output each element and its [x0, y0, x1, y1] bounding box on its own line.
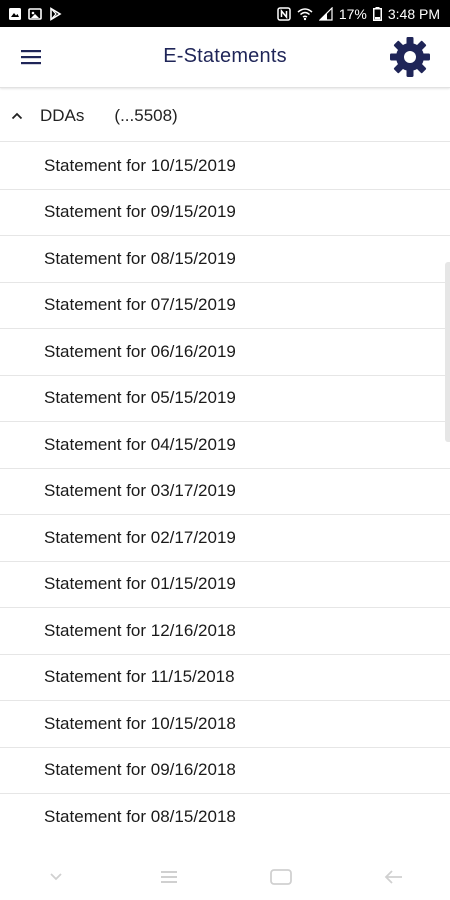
status-right-icons: 17% 3:48 PM — [277, 6, 440, 22]
gear-icon — [390, 37, 430, 77]
statement-item[interactable]: Statement for 05/15/2019 — [0, 376, 450, 422]
statement-item[interactable]: Statement for 08/15/2019 — [0, 236, 450, 283]
statement-item[interactable]: Statement for 12/16/2018 — [0, 608, 450, 655]
system-nav-bar — [0, 854, 450, 900]
statement-label: Statement for 11/15/2018 — [44, 667, 235, 687]
nfc-icon — [277, 6, 291, 21]
status-time: 3:48 PM — [387, 5, 440, 22]
status-left-icons — [8, 6, 62, 21]
signal-icon — [318, 6, 333, 21]
statement-item[interactable]: Statement for 11/15/2018 — [0, 655, 450, 701]
battery-percent: 17% — [338, 5, 367, 22]
back-icon[interactable] — [379, 867, 409, 887]
statement-item[interactable]: Statement for 09/15/2019 — [0, 190, 450, 236]
statement-label: Statement for 05/15/2019 — [44, 388, 236, 408]
settings-button[interactable] — [388, 35, 432, 79]
statement-label: Statement for 10/15/2019 — [44, 155, 236, 175]
statement-label: Statement for 10/15/2018 — [44, 713, 236, 733]
statement-item[interactable]: Statement for 01/15/2019 — [0, 562, 450, 608]
statement-item[interactable]: Statement for 04/15/2019 — [0, 422, 450, 469]
wifi-icon — [297, 7, 313, 21]
image-icon — [28, 7, 42, 21]
home-icon[interactable] — [266, 867, 296, 887]
chevron-up-icon — [10, 109, 24, 123]
recent-apps-icon[interactable] — [154, 867, 184, 887]
statement-item[interactable]: Statement for 10/15/2019 — [0, 143, 450, 190]
statement-label: Statement for 08/15/2018 — [44, 807, 236, 827]
account-number: (...5508) — [114, 105, 178, 125]
statement-label: Statement for 09/15/2019 — [44, 202, 236, 222]
statement-label: Statement for 01/15/2019 — [44, 574, 236, 594]
statement-label: Statement for 06/16/2019 — [44, 341, 236, 361]
statement-item[interactable]: Statement for 06/16/2019 — [0, 329, 450, 376]
statement-label: Statement for 02/17/2019 — [44, 527, 236, 547]
statement-label: Statement for 04/15/2019 — [44, 434, 236, 454]
statement-item[interactable]: Statement for 08/15/2018 — [0, 794, 450, 841]
statement-label: Statement for 03/17/2019 — [44, 481, 236, 501]
statement-label: Statement for 09/16/2018 — [44, 760, 236, 780]
page-title: E-Statements — [163, 45, 287, 67]
section-label: DDAs — [40, 105, 85, 125]
statement-list: Statement for 10/15/2019 Statement for 0… — [0, 143, 450, 841]
ddas-section-header[interactable]: DDAs (...5508) — [0, 90, 450, 142]
battery-icon — [372, 6, 382, 21]
statement-item[interactable]: Statement for 02/17/2019 — [0, 515, 450, 562]
statement-label: Statement for 07/15/2019 — [44, 295, 236, 315]
nav-hide-icon[interactable] — [41, 867, 71, 887]
scrollbar[interactable] — [445, 262, 450, 442]
status-bar: 17% 3:48 PM — [0, 0, 450, 27]
statement-item[interactable]: Statement for 03/17/2019 — [0, 469, 450, 515]
statement-label: Statement for 08/15/2019 — [44, 248, 236, 268]
statement-item[interactable]: Statement for 10/15/2018 — [0, 701, 450, 748]
gallery-icon — [8, 7, 22, 21]
statement-item[interactable]: Statement for 07/15/2019 — [0, 283, 450, 329]
statement-item[interactable]: Statement for 09/16/2018 — [0, 748, 450, 794]
app-bar: E-Statements — [0, 27, 450, 88]
statement-label: Statement for 12/16/2018 — [44, 620, 236, 640]
play-store-icon — [48, 6, 62, 21]
